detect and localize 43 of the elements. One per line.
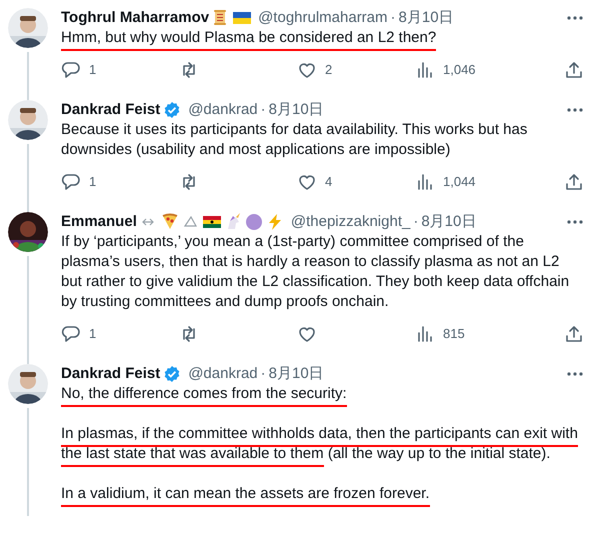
reply-icon[interactable] <box>61 324 81 344</box>
author-handle: @dankrad <box>188 100 258 120</box>
views-icon[interactable] <box>415 172 435 192</box>
author-name: Dankrad Feist <box>61 100 160 120</box>
author-handle: @dankrad <box>188 364 258 384</box>
view-count: 1,046 <box>443 61 476 80</box>
tweet-date[interactable]: 8月10日 <box>421 212 476 232</box>
view-count: 815 <box>443 325 465 344</box>
author-handle: @thepizzaknight_ <box>290 212 410 232</box>
author-name: Emmanuel <box>61 212 137 232</box>
reply-icon[interactable] <box>61 172 81 192</box>
view-count: 1,044 <box>443 173 476 192</box>
reply-count: 1 <box>89 61 96 80</box>
pizza-icon <box>160 213 179 231</box>
flag-icon <box>233 9 252 27</box>
flag-icon <box>202 213 221 231</box>
separator-dot: · <box>260 100 266 120</box>
tweet-text: In a validium, it can mean the assets are frozen forever. <box>61 484 584 504</box>
reply-count: 1 <box>89 325 96 344</box>
tweet-date[interactable]: 8月10日 <box>268 100 324 120</box>
author-handle: @toghrulmaharram <box>258 8 388 28</box>
views-icon[interactable] <box>415 60 435 80</box>
like-count: 2 <box>325 61 332 80</box>
reply-icon[interactable] <box>61 60 81 80</box>
author-name: Toghrul Maharramov <box>61 8 210 28</box>
separator-dot: · <box>390 8 396 28</box>
share-icon[interactable] <box>564 324 584 344</box>
share-icon[interactable] <box>564 172 584 192</box>
tweet-text: Hmm, but why would Plasma be considered an L2 then? <box>61 28 584 48</box>
tweet-text: Because it uses its participants for data availability. This works but has downsides (usability and most applications are impossible) <box>61 120 528 160</box>
author-name: Dankrad Feist <box>61 364 160 384</box>
circle-icon <box>244 213 263 231</box>
separator-dot: · <box>260 364 266 384</box>
share-icon[interactable] <box>564 60 584 80</box>
tweet-date[interactable]: 8月10日 <box>268 364 324 384</box>
reply-count: 1 <box>89 173 96 192</box>
tweet-text: If by ‘participants,’ you mean a (1st-party) committee comprised of the plasma’s users, then that is hardly a reason to classify plasma as not an L2 but rather to give validium the L2 classification. They both keep data offchain by trusting committees and dump proofs onchain. <box>61 232 570 312</box>
separator-dot: · <box>413 212 418 232</box>
tweet-date[interactable]: 8月10日 <box>398 8 454 28</box>
tweet-text: In plasmas, if the committee withholds data, then the participants can exit with the last state that was available to them (all the way up to the initial state). <box>61 424 584 464</box>
tweet-text: No, the difference comes from the security: <box>61 384 584 404</box>
views-icon[interactable] <box>415 324 435 344</box>
like-count: 4 <box>325 173 332 192</box>
